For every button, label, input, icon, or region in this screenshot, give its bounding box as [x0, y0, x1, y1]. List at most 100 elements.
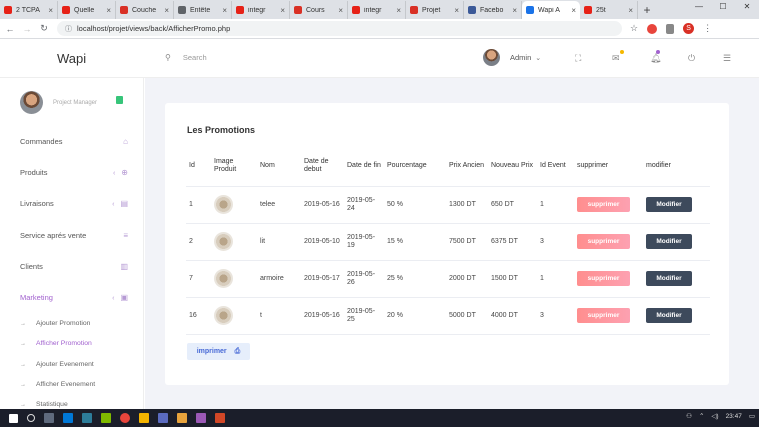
close-tab-icon[interactable]: × [628, 6, 633, 15]
close-tab-icon[interactable]: × [280, 6, 285, 15]
cell-nouveau: 6375 DT [488, 223, 537, 261]
browser-tab[interactable]: Projet × [406, 1, 464, 19]
notification-icon[interactable]: ▭ [749, 412, 755, 420]
search-input[interactable]: Search [183, 53, 207, 62]
delete-button[interactable]: supprimer [577, 197, 630, 212]
edit-button[interactable]: Modifier [646, 197, 692, 212]
browser-tab[interactable]: integr × [232, 1, 290, 19]
extension-icon[interactable] [647, 23, 658, 34]
app-icon[interactable] [158, 413, 168, 423]
bell-icon[interactable]: 🔔︎ [650, 53, 661, 64]
browser-tab[interactable]: Wapi A × [522, 1, 580, 19]
power-icon[interactable]: ⏻ [688, 53, 695, 64]
close-tab-icon[interactable]: × [106, 6, 111, 15]
close-tab-icon[interactable]: × [571, 6, 576, 15]
sidebar-item-service[interactable]: Service aprés vente ≡ [20, 231, 128, 240]
browser-tab[interactable]: integr × [348, 1, 406, 19]
close-tab-icon[interactable]: × [222, 6, 227, 15]
browser-tab[interactable]: 25t × [580, 1, 638, 19]
profile-avatar[interactable]: S [683, 23, 695, 34]
search-box[interactable]: ⚲ Search [165, 53, 207, 62]
task-view-icon[interactable] [44, 413, 54, 423]
edit-button[interactable]: Modifier [646, 271, 692, 286]
user-menu[interactable]: Admin ⌄ [483, 49, 541, 66]
edit-button[interactable]: Modifier [646, 234, 692, 249]
brand-logo[interactable]: Wapi [57, 51, 86, 66]
info-icon[interactable]: ⓘ [65, 24, 72, 34]
maximize-icon[interactable]: ☐ [711, 0, 735, 14]
system-tray: ⚇ ⌃ ◁) 23:47 ▭ [679, 412, 755, 421]
windows-start-icon[interactable] [9, 413, 18, 423]
browser-tab[interactable]: Facebo × [464, 1, 522, 19]
tab-favicon-icon [468, 6, 476, 14]
browser-tab[interactable]: 2 TCPA × [0, 1, 58, 19]
eyedropper-icon[interactable] [666, 23, 675, 34]
delete-button[interactable]: supprimer [577, 271, 630, 286]
browser-tab[interactable]: Quelle × [58, 1, 116, 19]
delete-cell: supprimer [574, 186, 643, 224]
column-header: Date de fin [344, 146, 384, 187]
menu-icon[interactable]: ⋮ [703, 23, 712, 34]
browser-tab[interactable]: Entête × [174, 1, 232, 19]
sidebar: Project Manager Commandes ⌂ Produits ‹ ⊕ … [0, 78, 144, 409]
bookmark-star-icon[interactable]: ☆ [630, 23, 638, 34]
close-window-icon[interactable]: ✕ [735, 0, 759, 14]
app-icon[interactable] [177, 413, 187, 423]
cell-id: 1 [186, 186, 211, 224]
reload-icon[interactable]: ↻ [37, 23, 51, 34]
gift-icon: ▣ [120, 293, 128, 302]
print-button[interactable]: imprimer ⎙ [187, 343, 250, 360]
sidebar-item-livraisons[interactable]: Livraisons ‹ ▤ [20, 199, 128, 208]
sidebar-subitem-afficher-promotion[interactable]: → Afficher Promotion [20, 340, 92, 347]
app-icon[interactable] [63, 413, 73, 423]
sidebar-item-marketing[interactable]: Marketing ‹ ▣ [20, 293, 128, 302]
tab-title: 25t [596, 6, 606, 14]
chevron-left-icon: ‹ [112, 295, 115, 302]
delete-button[interactable]: supprimer [577, 308, 630, 323]
cell-nouveau: 4000 DT [488, 297, 537, 335]
tab-title: Quelle [74, 6, 95, 14]
mail-icon[interactable]: ✉ [612, 53, 620, 64]
people-icon[interactable]: ⚇ [686, 412, 692, 420]
tab-favicon-icon [352, 6, 360, 14]
app-icon[interactable] [82, 413, 92, 423]
column-header: Nouveau Prix [488, 146, 537, 187]
chrome-icon[interactable] [120, 413, 130, 423]
sidebar-subitem-ajouter-promotion[interactable]: → Ajouter Promotion [20, 320, 90, 327]
sidebar-item-commandes[interactable]: Commandes ⌂ [20, 137, 128, 146]
sidebar-item-clients[interactable]: Clients ▥ [20, 262, 128, 271]
close-tab-icon[interactable]: × [48, 6, 53, 15]
plus-circle-icon: ⊕ [121, 168, 128, 177]
tab-title: Wapi A [538, 6, 560, 14]
edit-button[interactable]: Modifier [646, 308, 692, 323]
sidebar-subitem-afficher-evenement[interactable]: → Afficher Evenement [20, 381, 95, 388]
minimize-icon[interactable]: — [687, 0, 711, 14]
url-field[interactable]: ⓘ localhost/projet/views/back/AfficherPr… [57, 21, 622, 36]
fullscreen-icon[interactable]: ⛶ [575, 53, 581, 64]
sidebar-subitem-ajouter-evenement[interactable]: → Ajouter Evenement [20, 361, 94, 368]
search-icon[interactable] [27, 414, 35, 422]
settings-list-icon[interactable]: ☰ [723, 53, 731, 64]
back-icon[interactable]: ← [3, 24, 17, 34]
powerpoint-icon[interactable] [215, 413, 225, 423]
close-tab-icon[interactable]: × [396, 6, 401, 15]
close-tab-icon[interactable]: × [512, 6, 517, 15]
clock[interactable]: 23:47 [726, 413, 742, 420]
app-icon[interactable] [139, 413, 149, 423]
browser-tab[interactable]: Cours × [290, 1, 348, 19]
close-tab-icon[interactable]: × [164, 6, 169, 15]
volume-icon[interactable]: ◁) [711, 412, 718, 420]
app-icon[interactable] [101, 413, 111, 423]
sidebar-item-produits[interactable]: Produits ‹ ⊕ [20, 168, 128, 177]
new-tab-button[interactable]: + [638, 1, 656, 19]
browser-tab[interactable]: Couche × [116, 1, 174, 19]
arrow-right-icon: → [20, 340, 26, 347]
close-tab-icon[interactable]: × [454, 6, 459, 15]
sidebar-subitem-statistique[interactable]: → Statistique [20, 401, 68, 408]
search-icon: ⚲ [165, 53, 171, 62]
chevron-up-icon[interactable]: ⌃ [699, 412, 704, 420]
forward-icon[interactable]: → [20, 24, 34, 34]
close-tab-icon[interactable]: × [338, 6, 343, 15]
app-icon[interactable] [196, 413, 206, 423]
delete-button[interactable]: supprimer [577, 234, 630, 249]
